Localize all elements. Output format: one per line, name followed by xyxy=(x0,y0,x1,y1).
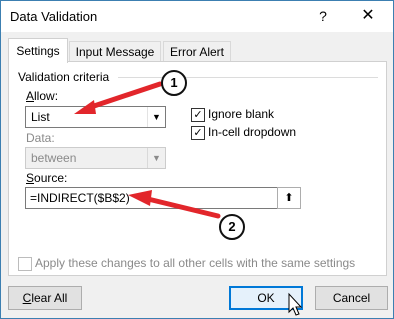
arrow-1-head xyxy=(74,100,96,114)
mouse-cursor-icon xyxy=(288,292,303,316)
arrow-2-head xyxy=(128,190,152,206)
arrow-2-line xyxy=(145,196,221,219)
arrow-1-line xyxy=(85,81,163,111)
callout-badge-1: 1 xyxy=(161,70,187,96)
tab-settings[interactable]: Settings xyxy=(8,38,68,63)
callout-badge-2: 2 xyxy=(219,214,245,240)
